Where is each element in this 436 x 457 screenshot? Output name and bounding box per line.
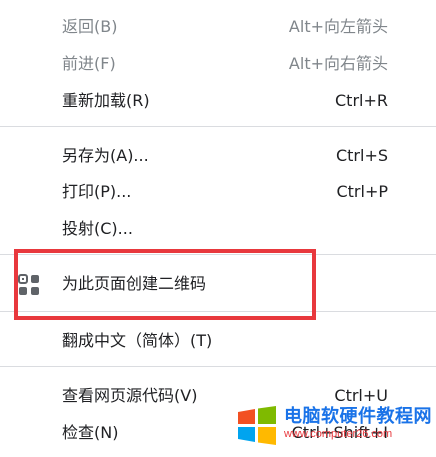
menu-item-label: 检查(N) — [62, 423, 119, 442]
menu-item-cast[interactable]: 投射(C)... — [0, 211, 436, 247]
menu-item-label: 返回(B) — [62, 17, 118, 36]
menu-item-translate[interactable]: 翻成中文（简体）(T) — [0, 323, 436, 359]
menu-item-label: 查看网页源代码(V) — [62, 386, 198, 405]
menu-item-label: 打印(P)... — [62, 182, 132, 201]
menu-item-label: 重新加载(R) — [62, 91, 150, 110]
menu-item-save-as[interactable]: 另存为(A)... Ctrl+S — [0, 138, 436, 174]
menu-item-shortcut: Ctrl+P — [336, 182, 388, 201]
highlight-box — [14, 249, 316, 320]
menu-item-shortcut: Ctrl+S — [335, 146, 388, 165]
menu-item-label: 前进(F) — [62, 54, 116, 73]
watermark-title: 电脑软硬件教程网 — [284, 406, 432, 427]
menu-item-shortcut: Alt+向左箭头 — [288, 17, 388, 36]
context-menu: 返回(B) Alt+向左箭头 前进(F) Alt+向右箭头 重新加载(R) Ct… — [0, 0, 436, 457]
menu-item-reload[interactable]: 重新加载(R) Ctrl+R — [0, 83, 436, 119]
menu-separator — [0, 366, 436, 367]
watermark-url: www.computer26.com — [284, 428, 393, 440]
menu-item-label: 翻成中文（简体）(T) — [62, 331, 213, 350]
menu-item-shortcut: Ctrl+R — [335, 91, 388, 110]
menu-item-forward[interactable]: 前进(F) Alt+向右箭头 — [0, 46, 436, 82]
watermark: 电脑软硬件教程网 www.computer26.com — [232, 398, 436, 457]
menu-item-back[interactable]: 返回(B) Alt+向左箭头 — [0, 9, 436, 45]
menu-item-label: 另存为(A)... — [62, 146, 149, 165]
windows-logo-icon — [238, 406, 276, 445]
menu-item-print[interactable]: 打印(P)... Ctrl+P — [0, 174, 436, 210]
menu-item-label: 投射(C)... — [62, 219, 133, 238]
menu-separator — [0, 126, 436, 127]
menu-item-shortcut: Alt+向右箭头 — [288, 54, 388, 73]
